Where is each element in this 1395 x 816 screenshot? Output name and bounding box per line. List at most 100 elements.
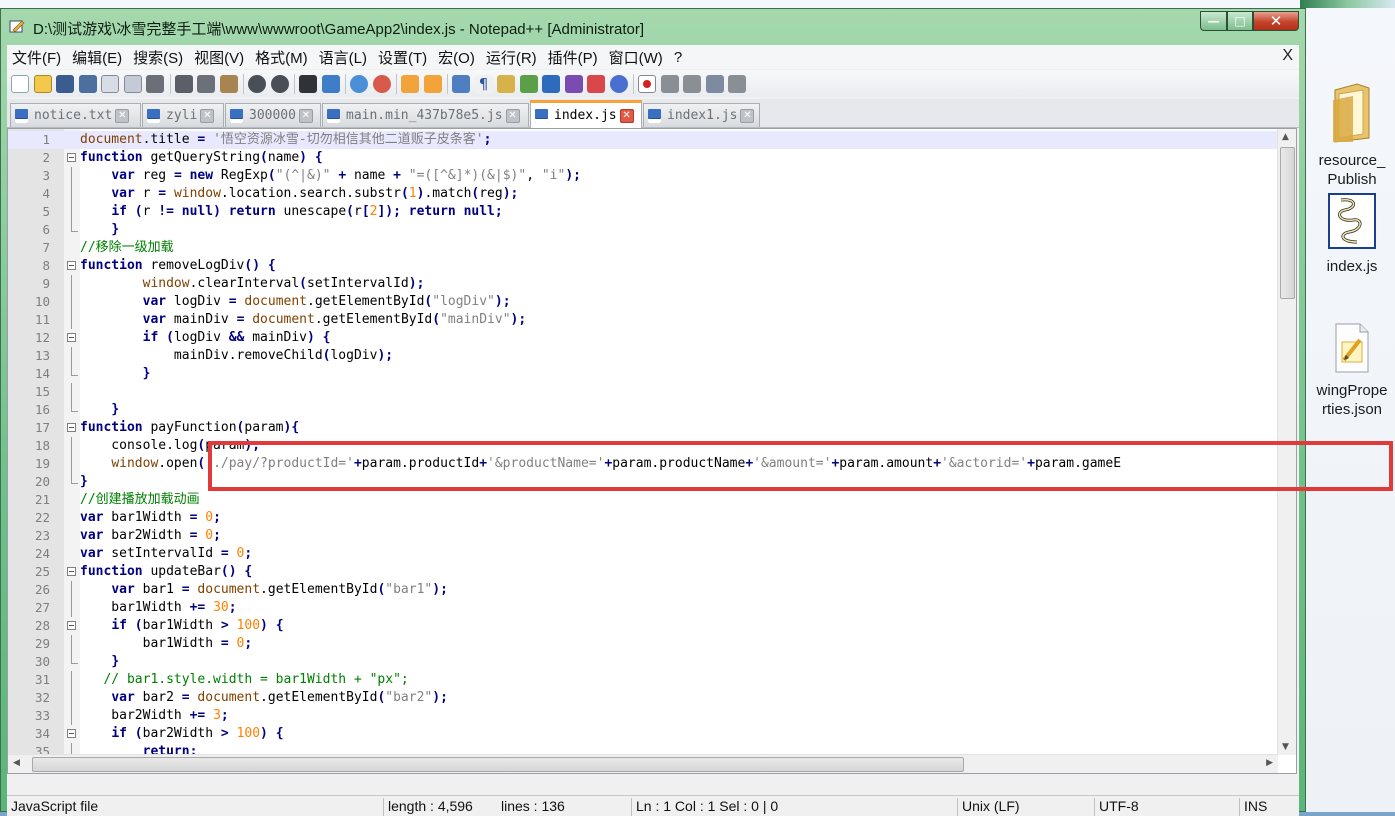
tab-main-min-js[interactable]: main.min_437b78e5.js ✕ [322, 103, 529, 127]
scroll-right-icon[interactable]: ▶ [1266, 758, 1273, 768]
menu-settings[interactable]: 设置(T) [373, 47, 433, 68]
tab-index-js[interactable]: index.js ✕ [530, 100, 642, 128]
fold-toggle-icon[interactable] [67, 261, 76, 270]
menu-search[interactable]: 搜索(S) [128, 47, 189, 68]
code-line[interactable]: 12 if (logDiv && mainDiv) { [8, 329, 1278, 347]
fold-toggle-icon[interactable] [67, 333, 76, 342]
code-line[interactable]: 28 if (bar1Width > 100) { [8, 617, 1278, 635]
sync-horizontal-icon[interactable] [423, 74, 442, 93]
cut-icon[interactable] [174, 74, 193, 93]
code-line[interactable]: 22 var bar1Width = 0; [8, 509, 1278, 527]
menu-file[interactable]: 文件(F) [7, 47, 67, 68]
paste-icon[interactable] [219, 74, 238, 93]
code-line[interactable]: 11 var mainDiv = document.getElementById… [8, 311, 1278, 329]
menu-format[interactable]: 格式(M) [250, 47, 314, 68]
save-all-icon[interactable] [78, 74, 97, 93]
tab-close-icon[interactable]: ✕ [619, 108, 634, 123]
playback-macro-icon[interactable] [683, 74, 701, 93]
close-file-icon[interactable] [101, 74, 119, 93]
code-line[interactable]: 5 if (r != null) return unescape(r[2]); … [8, 203, 1278, 221]
undo-icon[interactable] [248, 74, 266, 93]
document-map-icon[interactable] [542, 74, 560, 93]
replace-icon[interactable] [321, 74, 340, 93]
print-icon[interactable] [146, 74, 164, 93]
save-macro-icon[interactable] [728, 74, 746, 93]
horizontal-scroll-thumb[interactable] [32, 757, 964, 772]
close-document-button[interactable]: X [1282, 47, 1293, 65]
tab-300000[interactable]: 300000 ✕ [225, 103, 321, 127]
code-line[interactable]: 8 function removeLogDiv() { [8, 257, 1278, 275]
desktop-icon-index-js[interactable]: index.js [1309, 192, 1395, 276]
desktop-icon-wingproperties-json[interactable]: wingPrope rties.json [1309, 322, 1395, 419]
show-all-characters-icon[interactable]: ¶ [474, 74, 493, 93]
minimize-button[interactable]: — [1200, 11, 1227, 31]
fold-toggle-icon[interactable] [67, 621, 76, 630]
scroll-down-icon[interactable]: ▼ [1282, 742, 1289, 752]
word-wrap-icon[interactable] [452, 74, 470, 93]
code-line[interactable]: 25 function updateBar() { [8, 563, 1278, 581]
code-line[interactable]: 27 bar1Width += 30; [8, 599, 1278, 617]
code-line[interactable]: 15 [8, 383, 1278, 401]
tab-close-icon[interactable]: ✕ [298, 108, 313, 123]
code-line[interactable]: 13 mainDiv.removeChild(logDiv); [8, 347, 1278, 365]
close-button[interactable]: ✕ [1253, 11, 1299, 31]
menu-plugins[interactable]: 插件(P) [543, 47, 604, 68]
find-icon[interactable] [299, 74, 317, 93]
code-line[interactable]: 10 var logDiv = document.getElementById(… [8, 293, 1278, 311]
open-file-icon[interactable] [33, 74, 52, 93]
fold-toggle-icon[interactable] [67, 567, 76, 576]
tab-close-icon[interactable]: ✕ [115, 108, 130, 123]
code-line[interactable]: 6 } [8, 221, 1278, 239]
copy-icon[interactable] [197, 74, 215, 93]
code-line[interactable]: 31 // bar1.style.width = bar1Width + "px… [8, 671, 1278, 689]
save-icon[interactable] [56, 74, 74, 93]
function-list-icon[interactable] [564, 74, 583, 93]
horizontal-scrollbar[interactable]: ◀ ▶ [8, 754, 1278, 773]
code-line[interactable]: 9 window.clearInterval(setIntervalId); [8, 275, 1278, 293]
code-line[interactable]: 4 var r = window.location.search.substr(… [8, 185, 1278, 203]
menu-edit[interactable]: 编辑(E) [67, 47, 128, 68]
code-line[interactable]: 26 var bar1 = document.getElementById("b… [8, 581, 1278, 599]
redo-icon[interactable] [270, 74, 289, 93]
stop-recording-icon[interactable] [660, 74, 679, 93]
zoom-out-icon[interactable] [372, 74, 391, 93]
define-language-icon[interactable] [519, 74, 538, 93]
code-line[interactable]: 34 if (bar2Width > 100) { [8, 725, 1278, 743]
code-line[interactable]: 3 var reg = new RegExp("(^|&)" + name + … [8, 167, 1278, 185]
close-all-icon[interactable] [123, 74, 142, 93]
zoom-in-icon[interactable] [350, 74, 368, 93]
fold-toggle-icon[interactable] [67, 423, 76, 432]
menu-view[interactable]: 视图(V) [189, 47, 250, 68]
vertical-scroll-thumb[interactable] [1280, 147, 1295, 299]
run-macro-multiple-icon[interactable] [705, 74, 724, 93]
menu-help[interactable]: ? [669, 49, 688, 66]
menu-macro[interactable]: 宏(O) [433, 47, 481, 68]
code-line[interactable]: 21 //创建播放加载动画 [8, 491, 1278, 509]
title-bar[interactable]: D:\测试游戏\冰雪完整手工端\www\wwwroot\GameApp2\ind… [1, 9, 1305, 41]
code-line[interactable]: 16 } [8, 401, 1278, 419]
code-line[interactable]: 30 } [8, 653, 1278, 671]
code-line[interactable]: 7 //移除一级加载 [8, 239, 1278, 257]
record-macro-icon[interactable] [638, 74, 656, 93]
new-file-icon[interactable] [11, 74, 29, 93]
tab-close-icon[interactable]: ✕ [505, 108, 520, 123]
tab-notice-txt[interactable]: notice.txt ✕ [10, 103, 141, 127]
menu-window[interactable]: 窗口(W) [604, 47, 669, 68]
code-line[interactable]: 1 document.title = '悟空资源冰雪-切勿相信其他二道贩子皮条客'… [8, 131, 1278, 149]
monitoring-icon[interactable] [609, 74, 628, 93]
scroll-left-icon[interactable]: ◀ [13, 758, 20, 768]
desktop-icon-resource-publish[interactable]: resource_ Publish [1309, 80, 1395, 189]
code-line[interactable]: 29 bar1Width = 0; [8, 635, 1278, 653]
folder-as-workspace-icon[interactable] [587, 74, 605, 93]
code-line[interactable]: 24 var setIntervalId = 0; [8, 545, 1278, 563]
fold-toggle-icon[interactable] [67, 729, 76, 738]
code-line[interactable]: 17 function payFunction(param){ [8, 419, 1278, 437]
tab-zyli[interactable]: zyli ✕ [142, 103, 224, 127]
code-line[interactable]: 33 bar2Width += 3; [8, 707, 1278, 725]
tab-index1-js[interactable]: index1.js ✕ [643, 103, 760, 127]
maximize-button[interactable]: □ [1227, 11, 1253, 31]
code-line[interactable]: 32 var bar2 = document.getElementById("b… [8, 689, 1278, 707]
fold-toggle-icon[interactable] [67, 153, 76, 162]
sync-vertical-icon[interactable] [401, 74, 419, 93]
code-line[interactable]: 14 } [8, 365, 1278, 383]
